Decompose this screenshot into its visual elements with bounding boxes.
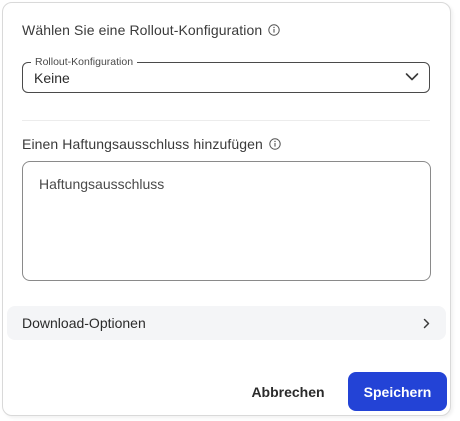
info-icon[interactable] [268,24,280,36]
rollout-config-select[interactable]: Rollout-Konfiguration Keine [22,56,430,93]
cancel-button[interactable]: Abbrechen [240,373,336,411]
rollout-heading-text: Wählen Sie eine Rollout-Konfiguration [22,22,263,38]
rollout-config-label: Rollout-Konfiguration [31,56,138,68]
download-options-label: Download-Optionen [22,315,146,331]
rollout-settings-panel: Wählen Sie eine Rollout-Konfiguration Ro… [2,2,451,416]
rollout-heading: Wählen Sie eine Rollout-Konfiguration [22,22,280,38]
download-options-accordion[interactable]: Download-Optionen [7,306,446,340]
disclaimer-heading-text: Einen Haftungsausschluss hinzufügen [22,136,263,152]
section-divider [22,120,430,121]
chevron-down-icon [405,73,419,81]
disclaimer-textarea[interactable]: Haftungsausschluss [22,161,431,281]
rollout-config-value: Keine [34,70,70,86]
disclaimer-placeholder: Haftungsausschluss [39,176,165,192]
info-icon[interactable] [269,138,281,150]
save-button[interactable]: Speichern [348,372,447,411]
chevron-right-icon [423,318,430,329]
disclaimer-heading: Einen Haftungsausschluss hinzufügen [22,136,281,152]
